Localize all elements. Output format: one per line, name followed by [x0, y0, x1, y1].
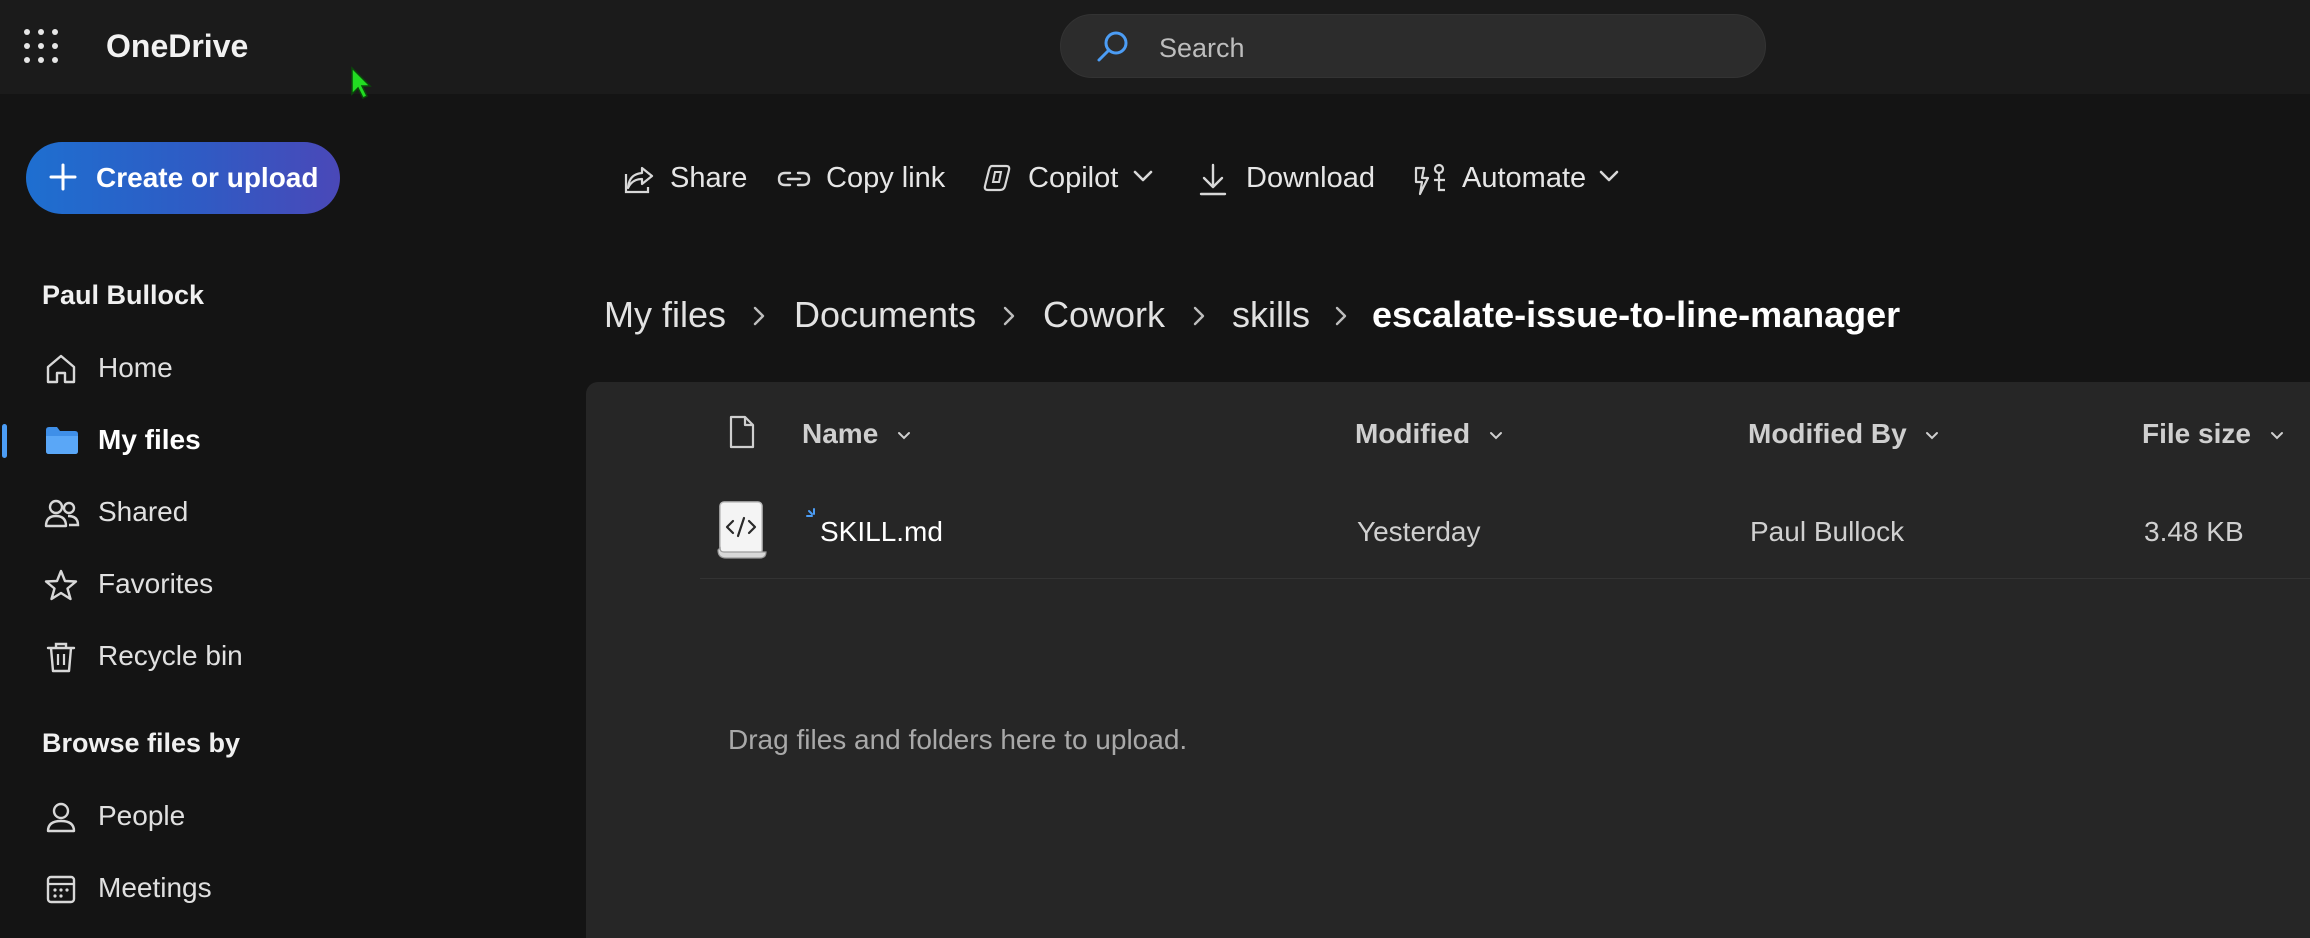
sidebar-item-meetings[interactable]: Meetings [0, 858, 560, 918]
file-size: 3.48 KB [2144, 516, 2244, 547]
star-icon [44, 568, 78, 602]
sidebar-item-label: People [98, 800, 186, 831]
drop-zone-hint: Drag files and folders here to upload. [728, 724, 1188, 755]
download-icon [1196, 162, 1230, 198]
app-launcher-icon[interactable] [24, 29, 60, 65]
copilot-icon [980, 162, 1014, 196]
top-bar: OneDrive [0, 0, 2310, 94]
trash-icon [44, 640, 78, 674]
create-or-upload-label: Create or upload [96, 162, 319, 193]
download-button[interactable]: Download [1196, 160, 1376, 198]
browse-files-heading: Browse files by [42, 728, 241, 758]
share-button[interactable]: Share [622, 160, 747, 198]
column-header-label: File size [2142, 418, 2251, 449]
account-name: Paul Bullock [42, 280, 205, 310]
automate-menu-button[interactable]: Automate [1412, 160, 1622, 198]
breadcrumb-item[interactable]: Documents [794, 294, 976, 336]
automate-label: Automate [1462, 162, 1587, 194]
column-header-label: Name [802, 418, 879, 449]
breadcrumb-item[interactable]: Cowork [1043, 294, 1165, 336]
share-icon [622, 162, 656, 196]
sidebar-item-label: Shared [98, 496, 189, 527]
plus-icon [48, 162, 78, 192]
sidebar-item-recycle-bin[interactable]: Recycle bin [0, 626, 560, 686]
person-icon [44, 800, 78, 834]
sidebar-item-shared[interactable]: Shared [0, 482, 560, 542]
breadcrumb-current: escalate-issue-to-line-manager [1372, 294, 1901, 335]
search-box[interactable] [1060, 14, 1766, 78]
folder-icon [44, 424, 80, 456]
sidebar-item-home[interactable]: Home [0, 338, 560, 398]
file-type-header-icon[interactable] [728, 414, 756, 450]
column-header-modified[interactable]: Modified [1355, 418, 1504, 450]
people-icon [44, 496, 80, 530]
chevron-down-icon [896, 430, 912, 442]
sidebar-item-label: Home [98, 352, 173, 383]
automate-icon [1412, 162, 1448, 198]
sidebar-item-label: My files [98, 424, 201, 455]
search-icon [1095, 29, 1131, 65]
file-name-link[interactable]: SKILL.md [820, 516, 943, 548]
chevron-down-icon [1132, 168, 1154, 184]
home-icon [44, 352, 78, 386]
breadcrumb-item[interactable]: My files [604, 294, 726, 336]
search-input[interactable] [1157, 25, 1721, 71]
chevron-down-icon [1924, 430, 1940, 442]
chevron-down-icon [1598, 168, 1620, 184]
chevron-down-icon [1488, 430, 1504, 442]
create-or-upload-button[interactable]: Create or upload [26, 142, 340, 214]
column-header-file-size[interactable]: File size [2142, 418, 2285, 450]
copy-link-label: Copy link [826, 162, 946, 194]
link-icon [776, 162, 812, 196]
sidebar-item-label: Meetings [98, 872, 212, 903]
file-modified: Yesterday [1357, 516, 1481, 547]
sidebar-item-label: Favorites [98, 568, 214, 599]
column-header-modified-by[interactable]: Modified By [1748, 418, 1940, 450]
breadcrumb-item[interactable]: skills [1232, 294, 1310, 336]
column-header-label: Modified [1355, 418, 1471, 449]
copilot-label: Copilot [1028, 162, 1119, 194]
app-title[interactable]: OneDrive [106, 28, 248, 65]
mouse-cursor-icon [350, 66, 372, 100]
chevron-down-icon [2269, 430, 2285, 442]
copy-link-button[interactable]: Copy link [776, 160, 946, 198]
column-header-label: Modified By [1748, 418, 1907, 449]
share-label: Share [670, 162, 748, 194]
file-modified-by[interactable]: Paul Bullock [1750, 516, 1904, 548]
chevron-right-icon [1190, 304, 1208, 328]
sidebar-item-favorites[interactable]: Favorites [0, 554, 560, 614]
active-indicator [2, 424, 7, 458]
sidebar-item-label: Recycle bin [98, 640, 243, 671]
code-file-icon [716, 500, 768, 560]
chevron-right-icon [1000, 304, 1018, 328]
sidebar-item-my-files[interactable]: My files [0, 410, 560, 470]
sidebar-item-people[interactable]: People [0, 786, 560, 846]
copilot-menu-button[interactable]: Copilot [980, 160, 1160, 198]
chevron-right-icon [750, 304, 768, 328]
file-list-panel [586, 382, 2310, 938]
column-header-name[interactable]: Name [802, 418, 912, 450]
chevron-right-icon [1332, 304, 1350, 328]
download-label: Download [1246, 162, 1375, 194]
calendar-icon [44, 872, 78, 906]
